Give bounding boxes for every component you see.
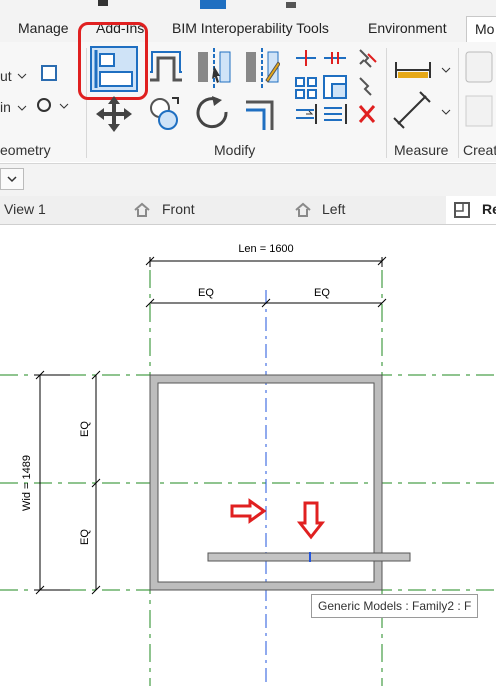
join-tool-label[interactable]: in [0, 99, 11, 115]
unpin-icon [359, 77, 372, 96]
options-dropdown[interactable] [0, 168, 24, 190]
measure-tools[interactable] [392, 52, 452, 132]
move-icon[interactable] [94, 94, 134, 134]
panel-label-measure: Measure [394, 142, 449, 158]
view-tabs-bar: View 1 Front Left Re [0, 196, 496, 225]
ribbon-panels: ut in eometry Modify Measure Creat [0, 22, 496, 162]
eq-label: EQ [314, 287, 330, 299]
modify-small-tools[interactable] [294, 48, 380, 134]
length-dimension[interactable]: Len = 1600 [145, 243, 387, 267]
floor-plan-view-icon [454, 202, 470, 218]
pin-icon [359, 49, 377, 68]
split-with-gap-icon [324, 52, 346, 64]
aligned-dimension-icon [393, 91, 451, 129]
mirror-draw-axis-icon[interactable] [244, 48, 280, 88]
panel-separator [458, 48, 459, 158]
panel-label-modify: Modify [214, 142, 256, 158]
view-tab-front[interactable]: Front [162, 201, 195, 217]
create-tools[interactable] [462, 50, 496, 134]
view-tab-view-1[interactable]: View 1 [4, 201, 46, 217]
geometry-tools-icons[interactable] [16, 60, 86, 130]
elevation-view-icon [134, 202, 150, 217]
rotate-icon[interactable] [194, 94, 234, 134]
down-arrow-annotation [296, 501, 326, 540]
tab-environment[interactable]: Environment [368, 20, 447, 36]
chevron-down-icon [7, 176, 17, 183]
eq-label: EQ [79, 529, 91, 545]
quick-access-toolbar [0, 0, 496, 14]
options-bar [0, 163, 496, 197]
measure-icon [395, 62, 451, 78]
elevation-view-icon [295, 202, 311, 217]
align-icon[interactable] [90, 46, 138, 92]
right-arrow-annotation [230, 498, 267, 524]
split-element-icon [296, 50, 316, 66]
quick-access-icons[interactable] [0, 0, 496, 14]
eq-label: EQ [198, 287, 214, 299]
tab-modify[interactable]: Mo [466, 16, 496, 42]
width-dimension-text: Wid = 1489 [21, 455, 33, 511]
mirror-pick-axis-icon[interactable] [196, 48, 232, 88]
cut-tool-label[interactable]: ut [0, 68, 12, 84]
copy-icon[interactable] [146, 94, 182, 134]
view-tab-active[interactable]: Re [446, 196, 496, 224]
view-tab-left[interactable]: Left [322, 201, 345, 217]
reference-planes[interactable] [0, 270, 496, 686]
trim-multiple-icon [296, 104, 317, 124]
view-tab-ref-level: Re [482, 201, 496, 217]
eq-label: EQ [79, 421, 91, 437]
scale-icon [323, 75, 347, 99]
panel-separator [386, 48, 387, 158]
trim-single-icon [324, 104, 347, 124]
tab-bim-interoperability-tools[interactable]: BIM Interoperability Tools [172, 20, 329, 36]
array-icon [295, 77, 317, 99]
length-dimension-text: Len = 1600 [238, 243, 293, 255]
tab-manage[interactable]: Manage [18, 20, 69, 36]
panel-label-geometry: eometry [0, 142, 51, 158]
panel-label-create: Creat [463, 142, 496, 158]
trim-extend-icon[interactable] [244, 96, 280, 132]
delete-icon [358, 105, 376, 123]
offset-icon[interactable] [148, 50, 184, 86]
element-tooltip: Generic Models : Family2 : F [311, 594, 479, 618]
ribbon-tab-bar: Manage Add-Ins BIM Interoperability Tool… [0, 14, 496, 43]
